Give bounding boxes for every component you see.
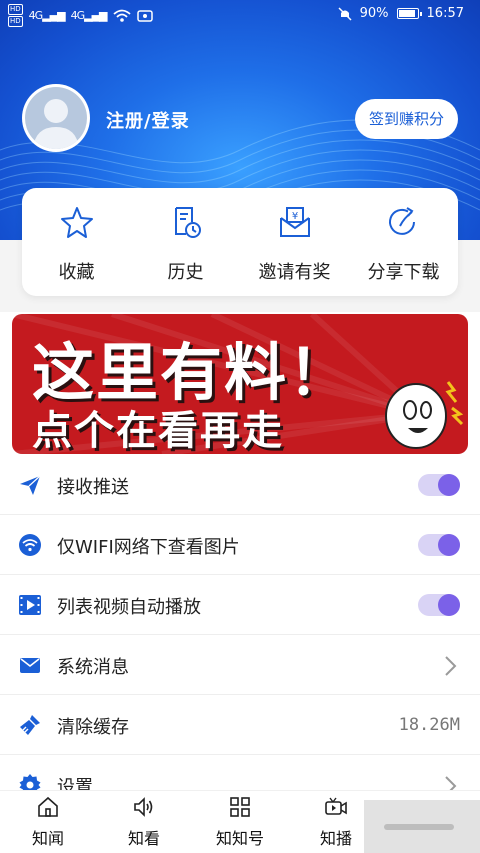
mail-icon [20,658,40,673]
signal-icon-2: 4G▂▄▆ [70,9,108,22]
battery-percent: 90% [359,6,389,21]
star-icon [60,207,93,238]
cartoon-face-icon [385,381,464,449]
tab-label: 知知号 [215,829,264,848]
settings-row-label: 列表视频自动播放 [57,597,201,618]
clock: 16:57 [426,6,464,21]
wifi-status-icon [112,9,131,22]
avatar[interactable] [22,84,90,152]
settings-row-messages[interactable]: 系统消息 [0,635,480,695]
signal-label-1: 4G [28,9,43,22]
quick-action-history[interactable]: 历史 [131,188,240,296]
battery-icon [396,8,422,19]
wifi-icon [19,534,41,556]
avatar-placeholder-icon [25,87,87,149]
share-icon [388,207,415,235]
invite-icon: ¥ [279,207,310,237]
video-camera-icon [325,797,347,815]
autoplay-toggle[interactable] [418,594,460,616]
promo-banner[interactable]: 这里有料！ 点个在看再走 [12,314,468,454]
toggle-knob [438,474,460,496]
hd-label-1: HD [8,4,23,15]
signal-label-2: 4G [70,9,85,22]
settings-row-label: 仅WIFI网络下查看图片 [57,537,240,558]
quick-action-label: 分享下载 [367,262,440,283]
chevron-right-icon [445,656,457,676]
video-icon [19,595,41,615]
quick-actions-card: 收藏 历史 ¥ 邀请有奖 分享下载 [22,188,458,296]
signal-icon-1: 4G▂▄▆ [28,9,66,22]
wifi-images-toggle[interactable] [418,534,460,556]
status-bar: HD HD 4G▂▄▆ 4G▂▄▆ 90% 16:57 [0,0,480,32]
tab-label: 知看 [127,829,160,848]
tab-zhiwen[interactable]: 知闻 [0,791,96,853]
settings-row-wifi-images[interactable]: 仅WIFI网络下查看图片 [0,515,480,575]
overlay-placeholder [364,800,480,853]
quick-action-share[interactable]: 分享下载 [349,188,458,296]
settings-row-label: 接收推送 [57,477,129,498]
signin-points-button[interactable]: 签到赚积分 [355,99,458,139]
toggle-knob [438,534,460,556]
settings-row-label: 系统消息 [57,657,129,678]
tab-label: 知闻 [31,829,64,848]
banner-subline: 点个在看再走 [32,408,284,454]
tab-label: 知播 [319,829,352,848]
tab-zhizhihao[interactable]: 知知号 [192,791,288,853]
settings-row-label: 清除缓存 [57,717,129,738]
cache-size-value: 18.26M [398,715,460,735]
history-icon [174,207,201,238]
overlay-bar [384,824,454,830]
quick-action-label: 邀请有奖 [258,262,331,283]
broom-icon [20,715,40,735]
hd-label-2: HD [8,16,23,27]
settings-list: 接收推送 仅WIFI网络下查看图片 列表视频自动播放 系统消息 清除缓存 18.… [0,455,480,815]
grid-icon [230,797,250,817]
hd-indicator: HD HD [8,4,23,27]
svg-text:¥: ¥ [291,211,297,222]
send-icon [20,475,41,495]
login-register-link[interactable]: 注册/登录 [106,107,190,133]
speaker-icon [134,797,153,817]
quick-action-label: 收藏 [58,262,95,283]
toggle-knob [438,594,460,616]
push-toggle[interactable] [418,474,460,496]
tab-zhikan[interactable]: 知看 [96,791,192,853]
quick-action-label: 历史 [167,262,204,283]
quick-action-favorites[interactable]: 收藏 [22,188,131,296]
settings-row-clear-cache[interactable]: 清除缓存 18.26M [0,695,480,755]
settings-row-autoplay[interactable]: 列表视频自动播放 [0,575,480,635]
nfc-status-icon [136,9,153,22]
quick-action-invite[interactable]: ¥ 邀请有奖 [240,188,349,296]
settings-row-push[interactable]: 接收推送 [0,455,480,515]
mute-icon [338,6,352,21]
home-icon [38,796,58,817]
